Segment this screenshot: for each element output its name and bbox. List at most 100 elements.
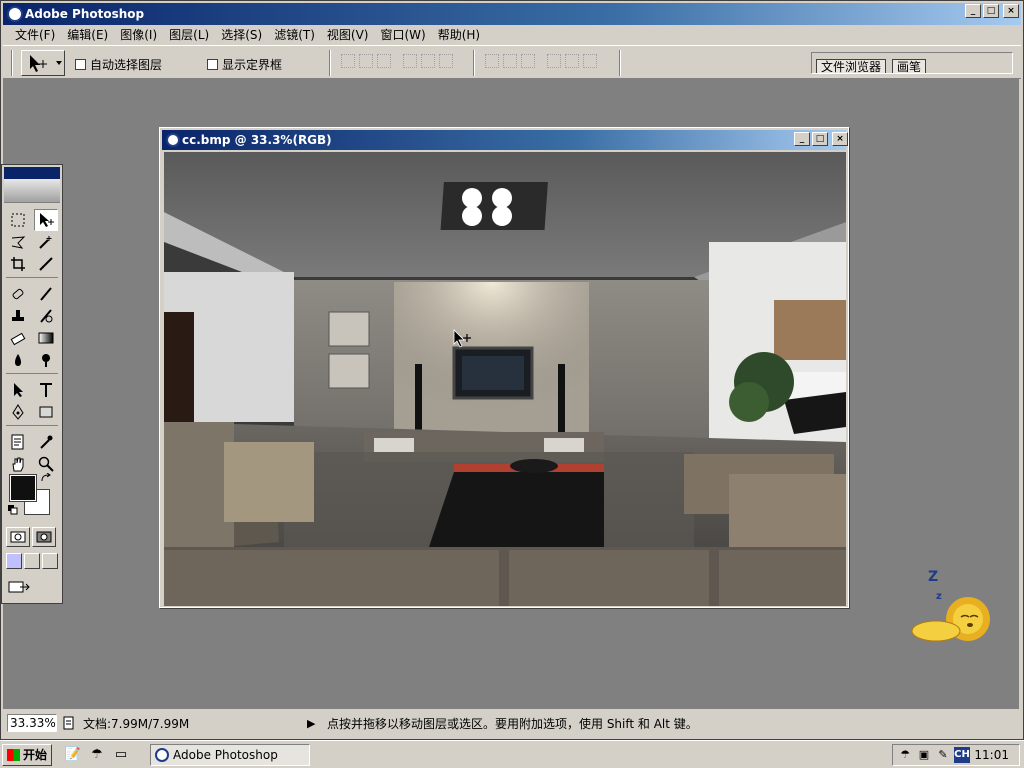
type-tool-icon[interactable]	[34, 379, 58, 401]
auto-select-layer-checkbox[interactable]	[75, 59, 86, 70]
distribute-top-icon[interactable]	[485, 54, 499, 68]
doc-maximize-button[interactable]: □	[812, 132, 828, 146]
move-tool-icon[interactable]	[34, 209, 58, 231]
toolbox-title-bar[interactable]	[4, 167, 60, 179]
jump-to-imageready-icon[interactable]	[8, 579, 30, 595]
notepad-icon[interactable]: 📝	[64, 746, 82, 764]
living-room-image	[164, 152, 846, 606]
brush-tool-icon[interactable]	[34, 283, 58, 305]
menu-file[interactable]: 文件(F)	[9, 25, 61, 45]
options-separator	[473, 50, 475, 76]
system-tray: ☂ ▣ ✎ CH 11:01	[892, 744, 1020, 766]
align-top-icon[interactable]	[341, 54, 355, 68]
menu-help[interactable]: 帮助(H)	[432, 25, 486, 45]
tray-network-icon[interactable]: ▣	[916, 747, 932, 763]
auto-select-layer-option[interactable]: 自动选择图层	[75, 56, 162, 73]
adobe-online-button[interactable]	[4, 179, 60, 203]
palette-well: 文件浏览器 画笔	[811, 52, 1013, 74]
dodge-tool-icon[interactable]	[34, 349, 58, 371]
menu-window[interactable]: 窗口(W)	[374, 25, 431, 45]
align-right-icon[interactable]	[439, 54, 453, 68]
tab-file-browser[interactable]: 文件浏览器	[816, 59, 887, 74]
input-method-indicator[interactable]: CH	[954, 747, 970, 763]
office-assistant[interactable]: Z z	[906, 569, 996, 649]
menu-edit[interactable]: 编辑(E)	[61, 25, 114, 45]
standard-screen-mode-icon[interactable]	[6, 553, 22, 569]
tray-icons: ☂ ▣ ✎ CH	[897, 747, 970, 763]
align-hcenter-icon[interactable]	[421, 54, 435, 68]
app-title-text: Adobe Photoshop	[25, 7, 145, 21]
swap-colors-icon[interactable]	[40, 473, 52, 485]
image-canvas[interactable]	[164, 152, 846, 606]
menu-filter[interactable]: 滤镜(T)	[268, 25, 321, 45]
document-icon[interactable]	[166, 133, 180, 147]
taskbar-clock[interactable]: 11:01	[974, 747, 1009, 763]
hand-tool-icon[interactable]	[6, 453, 30, 475]
magic-wand-tool-icon[interactable]	[34, 231, 58, 253]
marquee-tool-icon[interactable]	[6, 209, 30, 231]
standard-mode-button[interactable]	[6, 527, 30, 547]
doc-minimize-button[interactable]: _	[794, 132, 810, 146]
menu-select[interactable]: 选择(S)	[215, 25, 268, 45]
menu-layer[interactable]: 图层(L)	[163, 25, 215, 45]
show-bounding-box-option[interactable]: 显示定界框	[207, 56, 282, 73]
crop-tool-icon[interactable]	[6, 253, 30, 275]
align-vcenter-icon[interactable]	[359, 54, 373, 68]
default-colors-icon[interactable]	[8, 505, 18, 515]
zoom-tool-icon[interactable]	[34, 453, 58, 475]
full-screen-menu-mode-icon[interactable]	[24, 553, 40, 569]
quick-mask-icon	[36, 531, 52, 543]
gradient-tool-icon[interactable]	[34, 327, 58, 349]
tray-pen-icon[interactable]: ✎	[935, 747, 951, 763]
blur-tool-icon[interactable]	[6, 349, 30, 371]
quick-mask-mode-button[interactable]	[32, 527, 56, 547]
network-umbrella-icon[interactable]: ☂	[88, 746, 106, 764]
align-bottom-icon[interactable]	[377, 54, 391, 68]
document-size-text: 文档:7.99M/7.99M	[83, 716, 190, 731]
standard-mode-icon	[10, 531, 26, 543]
maximize-button[interactable]: □	[983, 4, 999, 18]
toolbox-palette	[1, 164, 63, 604]
distribute-right-icon[interactable]	[583, 54, 597, 68]
lasso-tool-icon[interactable]	[6, 231, 30, 253]
slice-tool-icon[interactable]	[34, 253, 58, 275]
show-bounding-box-checkbox[interactable]	[207, 59, 218, 70]
align-left-icon[interactable]	[403, 54, 417, 68]
photoshop-app-icon[interactable]	[7, 6, 23, 22]
full-screen-mode-icon[interactable]	[42, 553, 58, 569]
path-selection-tool-icon[interactable]	[6, 379, 30, 401]
document-title-bar[interactable]: cc.bmp @ 33.3%(RGB)	[162, 130, 846, 150]
svg-text:z: z	[936, 591, 942, 602]
distribute-vcenter-icon[interactable]	[503, 54, 517, 68]
distribute-bottom-icon[interactable]	[521, 54, 535, 68]
history-brush-tool-icon[interactable]	[34, 305, 58, 327]
status-bar: 33.33% 文档:7.99M/7.99M ▶ 点按并拖移以移动图层或选区。要用…	[3, 711, 1021, 735]
tab-brushes[interactable]: 画笔	[892, 59, 927, 74]
app-title-bar[interactable]: Adobe Photoshop	[3, 3, 1021, 25]
taskbar-item-photoshop[interactable]: Adobe Photoshop	[150, 744, 310, 766]
doc-close-button[interactable]: ×	[832, 132, 848, 146]
tray-umbrella-icon[interactable]: ☂	[897, 747, 913, 763]
close-button[interactable]: ×	[1003, 4, 1019, 18]
desktop-icon[interactable]: ▭	[112, 746, 130, 764]
foreground-color-swatch[interactable]	[9, 474, 37, 502]
start-button[interactable]: 开始	[2, 744, 52, 766]
screen-mode-buttons	[6, 553, 58, 569]
distribute-hcenter-icon[interactable]	[565, 54, 579, 68]
eraser-tool-icon[interactable]	[6, 327, 30, 349]
zoom-level-field[interactable]: 33.33%	[7, 714, 57, 732]
clone-stamp-tool-icon[interactable]	[6, 305, 30, 327]
rectangle-tool-icon[interactable]	[34, 401, 58, 423]
minimize-button[interactable]: _	[965, 4, 981, 18]
healing-brush-tool-icon[interactable]	[6, 283, 30, 305]
menu-image[interactable]: 图像(I)	[114, 25, 163, 45]
menu-view[interactable]: 视图(V)	[321, 25, 375, 45]
photoshop-task-icon	[155, 748, 169, 762]
pen-tool-icon[interactable]	[6, 401, 30, 423]
eyedropper-tool-icon[interactable]	[34, 431, 58, 453]
status-menu-arrow-icon[interactable]: ▶	[307, 717, 321, 730]
tool-preset-picker[interactable]	[21, 50, 65, 76]
distribute-left-icon[interactable]	[547, 54, 561, 68]
notes-tool-icon[interactable]	[6, 431, 30, 453]
quick-launch-bar: 📝 ☂ ▭	[64, 746, 130, 764]
